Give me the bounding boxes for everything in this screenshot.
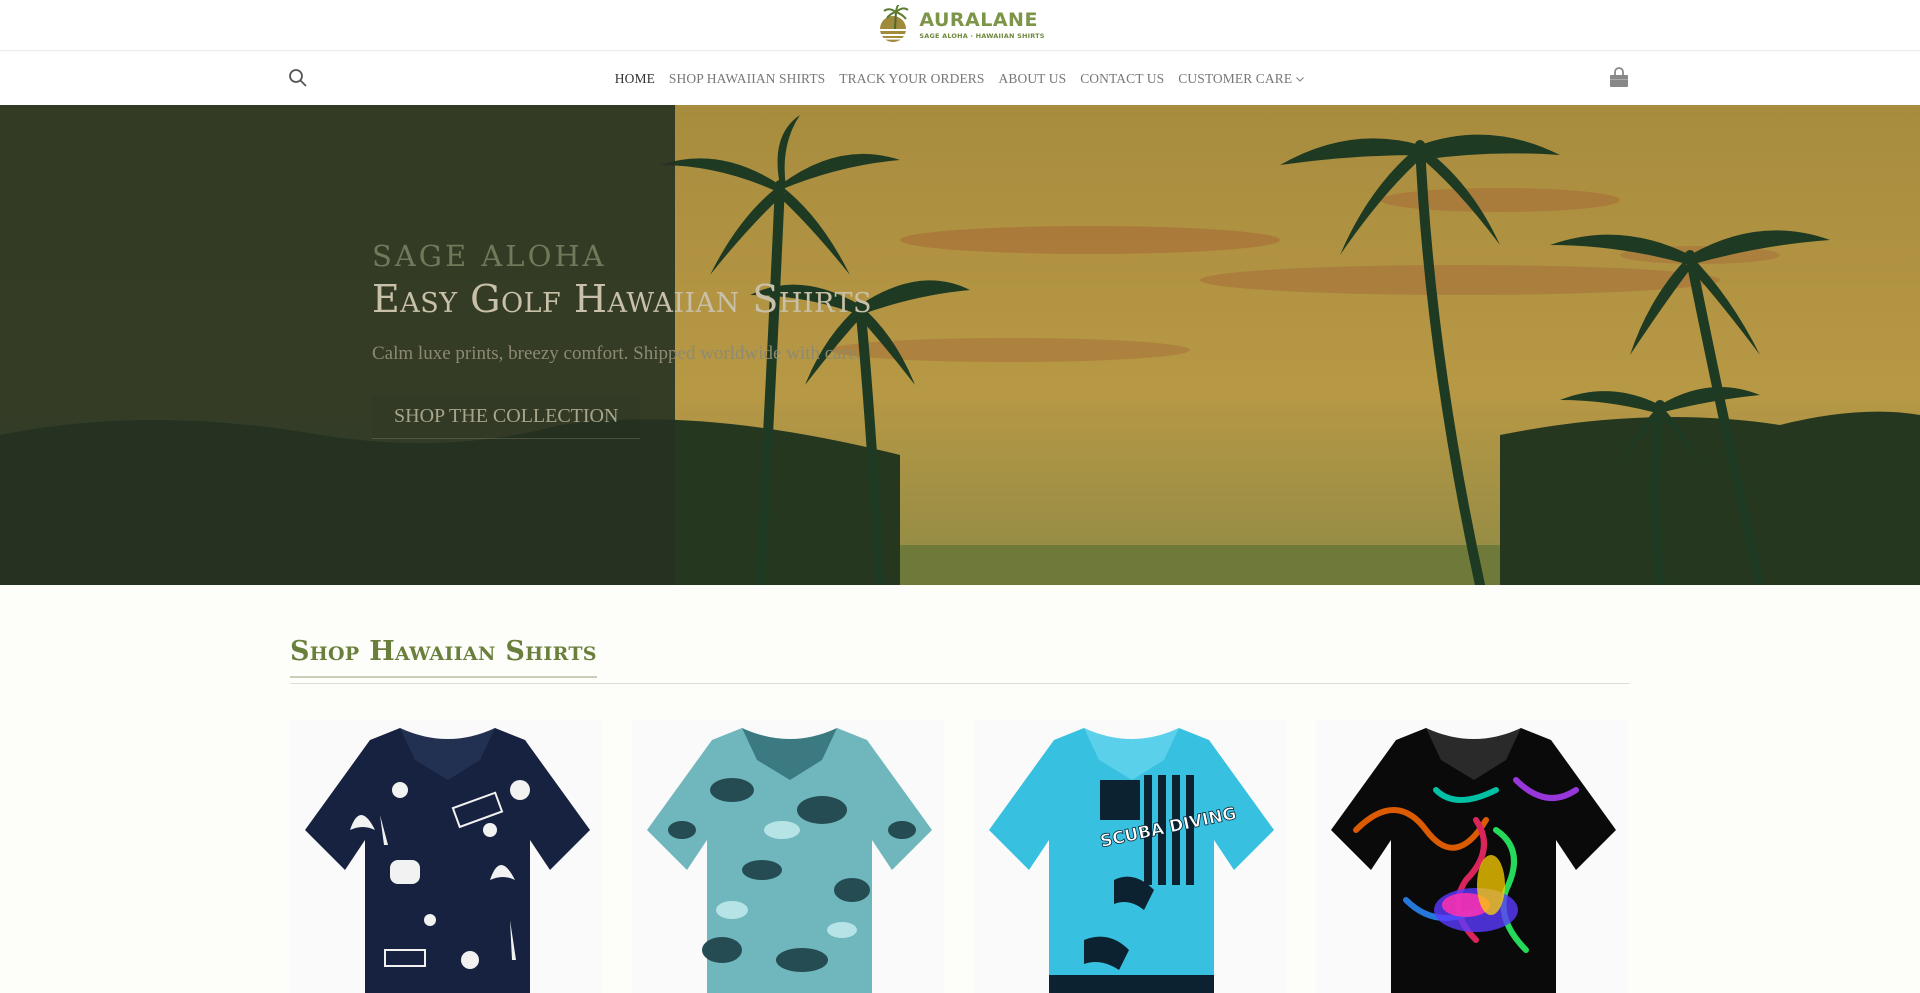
rainbow-smoke-shirt-image — [1331, 728, 1616, 993]
product-card[interactable] — [290, 720, 602, 993]
nav-item-track-your-orders[interactable]: TRACK YOUR ORDERS — [832, 71, 991, 87]
scuba-diving-shirt-image: SCUBA DIVING — [989, 728, 1274, 993]
logo-emblem-icon — [880, 5, 909, 42]
nav-item-home[interactable]: HOME — [608, 71, 662, 87]
logo-tagline: SAGE ALOHA · HAWAIIAN SHIRTS — [919, 31, 1045, 40]
shop-the-collection-button[interactable]: SHOP THE COLLECTION — [372, 395, 641, 439]
logo-text: AURALANE — [919, 8, 1038, 31]
hero-eyebrow: SAGE ALOHA — [372, 239, 607, 273]
product-card[interactable]: SCUBA DIVING — [974, 720, 1286, 993]
nav-item-about-us[interactable]: ABOUT US — [992, 71, 1074, 87]
main-navbar: HOME SHOP HAWAIIAN SHIRTS TRACK YOUR ORD… — [0, 52, 1920, 105]
nav-item-shop-hawaiian-shirts[interactable]: SHOP HAWAIIAN SHIRTS — [662, 71, 832, 87]
nav-item-label: SHOP HAWAIIAN SHIRTS — [668, 70, 826, 86]
nav-item-label: CUSTOMER CARE — [1178, 70, 1293, 86]
site-logo[interactable]: AURALANE SAGE ALOHA · HAWAIIAN SHIRTS — [875, 5, 1044, 45]
nav-item-label: CONTACT US — [1080, 70, 1165, 86]
nav-item-customer-care[interactable]: CUSTOMER CARE — [1171, 71, 1312, 87]
shopping-bag-icon[interactable] — [1607, 66, 1631, 90]
product-grid: SCUBA DIVING — [290, 720, 1630, 993]
header-top: AURALANE SAGE ALOHA · HAWAIIAN SHIRTS — [0, 0, 1920, 51]
nav-item-label: ABOUT US — [998, 70, 1067, 86]
primary-menu: HOME SHOP HAWAIIAN SHIRTS TRACK YOUR ORD… — [0, 52, 1920, 105]
hero-content: SAGE ALOHA Easy Golf Hawaiian Shirts Cal… — [372, 239, 872, 439]
nav-item-contact-us[interactable]: CONTACT US — [1073, 71, 1171, 87]
hero-background-image — [0, 105, 1920, 585]
hero-title: Easy Golf Hawaiian Shirts — [372, 277, 872, 321]
section-title: Shop Hawaiian Shirts — [290, 636, 597, 678]
section-header: Shop Hawaiian Shirts — [290, 636, 1630, 684]
hero-subtitle: Calm luxe prints, breezy comfort. Shippe… — [372, 343, 862, 364]
nav-item-label: TRACK YOUR ORDERS — [839, 70, 985, 86]
navy-sports-shirt-image — [305, 728, 590, 993]
teal-camo-shirt-image — [647, 728, 932, 993]
product-card[interactable] — [1316, 720, 1628, 993]
nav-item-label: HOME — [614, 70, 655, 86]
chevron-down-icon — [1296, 76, 1305, 82]
product-card[interactable] — [632, 720, 944, 993]
hero-banner: SAGE ALOHA Easy Golf Hawaiian Shirts Cal… — [0, 105, 1920, 585]
